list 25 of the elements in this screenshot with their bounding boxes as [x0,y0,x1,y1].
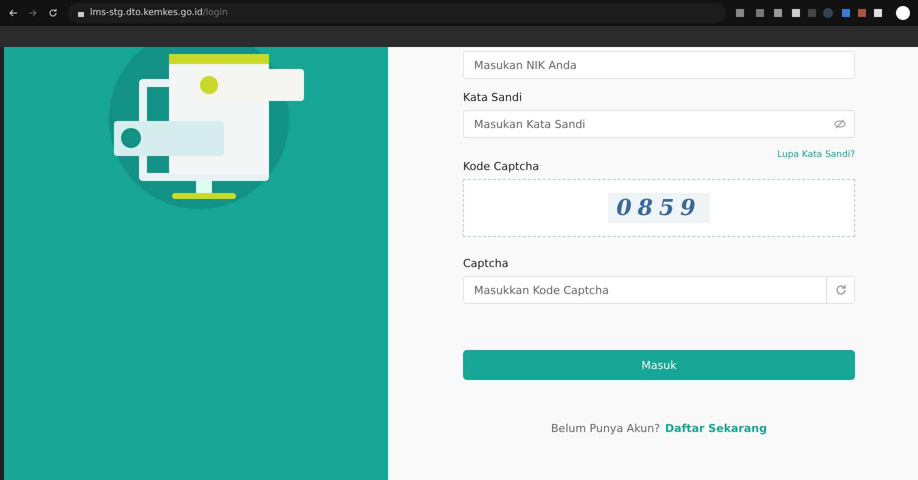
captcha-field[interactable]: Masukkan Kode Captcha [463,276,855,304]
url-host: lms-stg.dto.kemkes.go.id [90,8,203,18]
lock-icon [78,9,84,17]
reload-icon[interactable] [48,8,58,18]
nik-input[interactable]: Masukan NIK Anda [472,58,854,72]
address-bar[interactable]: lms-stg.dto.kemkes.go.id/login [68,3,726,23]
back-icon[interactable] [8,8,18,18]
forgot-password-link[interactable]: Lupa Kata Sandi? [777,150,855,160]
password-field[interactable]: Masukan Kata Sandi [463,110,855,138]
field-label: Kata Sandi [463,91,524,104]
field-label: Captcha [463,257,510,270]
nik-field[interactable]: Masukan NIK Anda [463,51,855,79]
login-button[interactable]: Masuk [463,350,855,380]
refresh-button[interactable] [826,277,854,303]
register-link[interactable]: Daftar Sekarang [665,422,767,435]
url-path: /login [202,8,228,18]
captcha-image: 0859 [608,193,710,223]
forward-icon[interactable] [28,8,38,18]
field-label: Kode Captcha [463,160,540,173]
password-input[interactable]: Masukan Kata Sandi [472,116,834,132]
profile-avatar[interactable] [896,6,910,20]
captcha-input[interactable]: Masukkan Kode Captcha [472,282,826,298]
eye-slash-icon[interactable] [834,119,846,129]
register-prompt: Belum Punya Akun? [551,422,660,435]
refresh-icon [834,284,846,296]
